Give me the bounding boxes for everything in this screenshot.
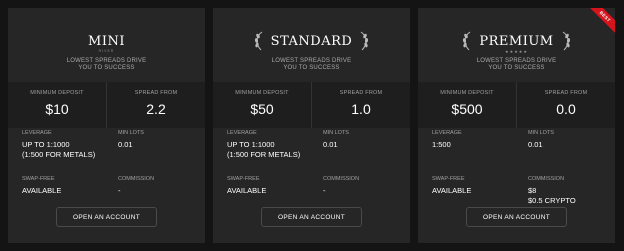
spread-from-value: 1.0 <box>351 101 371 117</box>
minimum-deposit: MINIMUM DEPOSIT $10 <box>8 82 106 128</box>
tagline: LOWEST SPREADS DRIVE YOU TO SUCCESS <box>66 58 147 71</box>
commission-value: - <box>323 186 326 195</box>
spread-from-value: 2.2 <box>146 101 166 117</box>
minimum-deposit: MINIMUM DEPOSIT $500 <box>418 82 516 128</box>
leverage-value: UP TO 1:1000 (1:500 FOR METALS) <box>22 140 96 159</box>
leverage-value: UP TO 1:1000 (1:500 FOR METALS) <box>227 140 301 159</box>
tagline: LOWEST SPREADS DRIVE YOU TO SUCCESS <box>476 58 557 71</box>
tagline: LOWEST SPREADS DRIVE YOU TO SUCCESS <box>271 58 352 71</box>
min-lots-value: 0.01 <box>323 140 338 149</box>
account-card-premium: BEST PREMIUM ★★★★★ LOWEST SPREADS DRIVE … <box>418 8 615 243</box>
minimum-deposit: MINIMUM DEPOSIT $50 <box>213 82 311 128</box>
minimum-deposit-value: $500 <box>451 101 483 117</box>
commission-value: - <box>118 186 121 195</box>
account-card-mini: MINI RIVER LOWEST SPREADS DRIVE YOU TO S… <box>8 8 205 243</box>
spread-from: SPREAD FROM 2.2 <box>106 82 205 128</box>
swap-free-value: AVAILABLE <box>227 186 267 195</box>
account-name: MINI <box>88 33 125 49</box>
commission-value: $8 $0.5 CRYPTO <box>528 186 576 205</box>
stats-bar: MINIMUM DEPOSIT $50 SPREAD FROM 1.0 <box>213 82 410 128</box>
spread-from-value: 0.0 <box>556 101 576 117</box>
account-name: PREMIUM <box>479 33 554 49</box>
open-account-button[interactable]: OPEN AN ACCOUNT <box>56 207 157 227</box>
account-name: STANDARD <box>270 33 353 49</box>
laurel-left-icon <box>461 31 473 51</box>
laurel-right-icon <box>560 31 572 51</box>
leverage-value: 1:500 <box>432 140 451 149</box>
stats-bar: MINIMUM DEPOSIT $10 SPREAD FROM 2.2 <box>8 82 205 128</box>
swap-free-value: AVAILABLE <box>22 186 62 195</box>
account-logo-subtitle: RIVER <box>98 49 115 53</box>
laurel-left-icon <box>253 31 265 51</box>
account-logo: STANDARD <box>213 26 410 56</box>
minimum-deposit-value: $50 <box>250 101 274 117</box>
min-lots-value: 0.01 <box>528 140 543 149</box>
open-account-button[interactable]: OPEN AN ACCOUNT <box>466 207 567 227</box>
swap-free-value: AVAILABLE <box>432 186 472 195</box>
star-rating-icon: ★★★★★ <box>505 49 528 54</box>
spread-from: SPREAD FROM 0.0 <box>516 82 615 128</box>
spread-from: SPREAD FROM 1.0 <box>311 82 410 128</box>
account-card-standard: STANDARD LOWEST SPREADS DRIVE YOU TO SUC… <box>213 8 410 243</box>
stats-bar: MINIMUM DEPOSIT $500 SPREAD FROM 0.0 <box>418 82 615 128</box>
minimum-deposit-value: $10 <box>45 101 69 117</box>
open-account-button[interactable]: OPEN AN ACCOUNT <box>261 207 362 227</box>
min-lots-value: 0.01 <box>118 140 133 149</box>
laurel-right-icon <box>358 31 370 51</box>
